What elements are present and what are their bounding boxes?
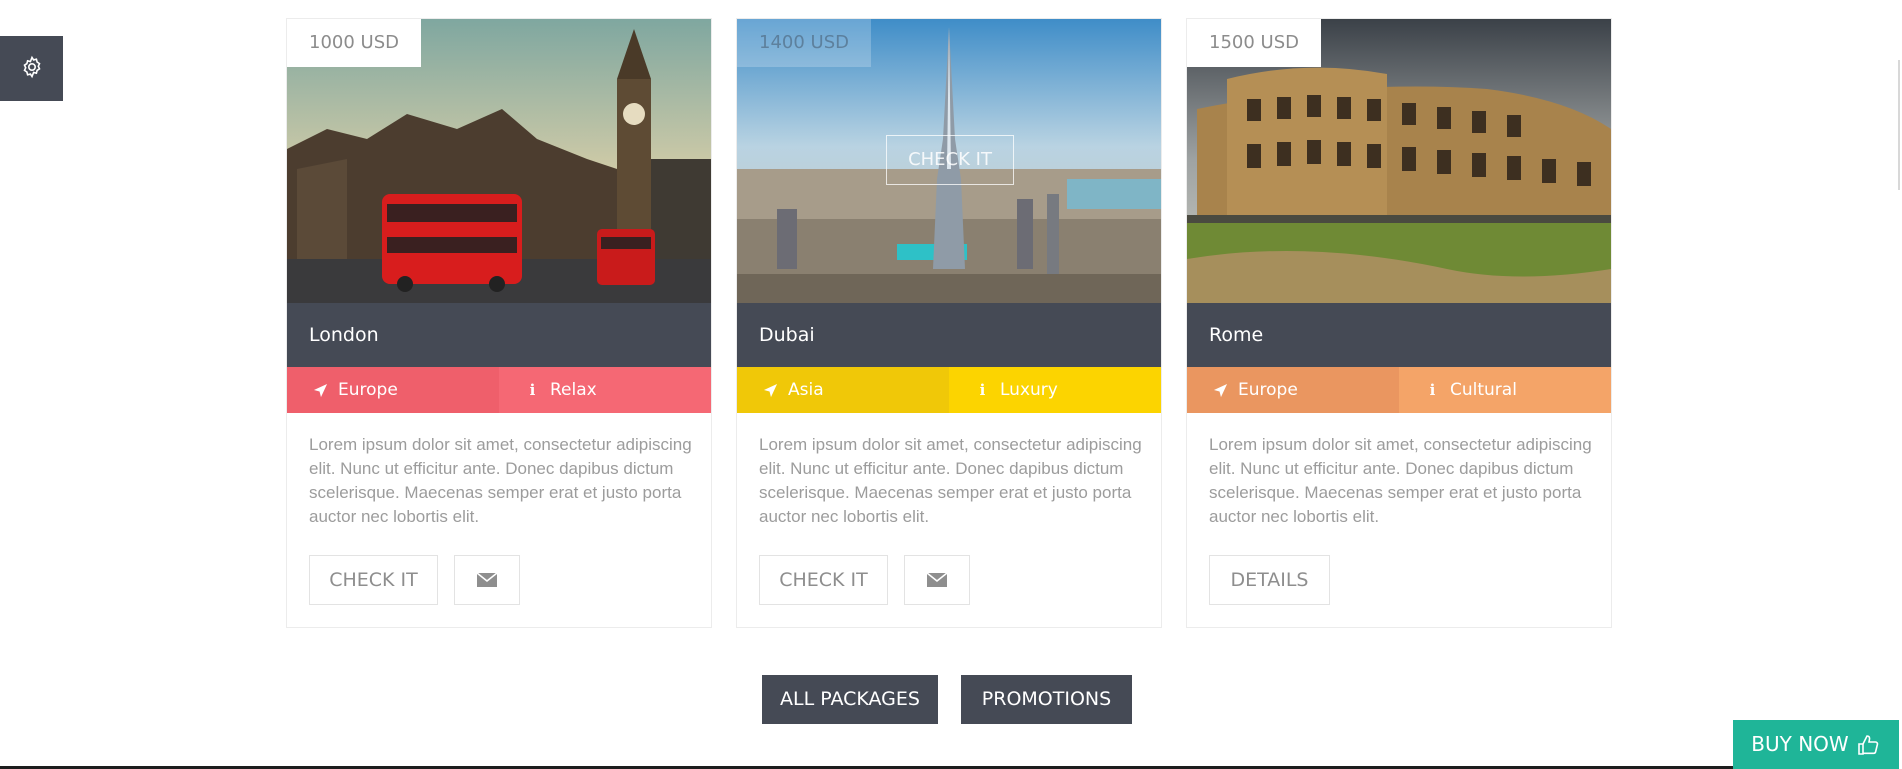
price-label: 1500 USD bbox=[1187, 19, 1321, 67]
thumbs-up-icon bbox=[1857, 734, 1878, 755]
details-button[interactable]: DETAILS bbox=[1209, 555, 1330, 605]
location-tag[interactable]: Asia bbox=[737, 367, 949, 413]
gear-icon bbox=[20, 55, 44, 83]
card-description: Lorem ipsum dolor sit amet, consectetur … bbox=[759, 435, 1142, 526]
card-description: Lorem ipsum dolor sit amet, consectetur … bbox=[309, 435, 692, 526]
package-card-london: 1000 USD London Europe i Relax Lorem ips… bbox=[286, 18, 712, 628]
card-tags: Asia i Luxury bbox=[737, 367, 1161, 413]
location-label: Asia bbox=[788, 380, 824, 400]
price-label: 1000 USD bbox=[287, 19, 421, 67]
package-card-rome: 1500 USD Rome Europe i Cultural Lorem ip… bbox=[1186, 18, 1612, 628]
overlay-check-it-button[interactable]: CHECK IT bbox=[886, 135, 1014, 185]
category-label: Luxury bbox=[1000, 380, 1058, 400]
info-icon: i bbox=[1429, 381, 1436, 399]
location-arrow-icon bbox=[313, 383, 328, 397]
location-label: Europe bbox=[1238, 380, 1298, 400]
envelope-icon bbox=[476, 572, 498, 587]
category-tag[interactable]: i Relax bbox=[499, 367, 711, 413]
category-label: Relax bbox=[550, 380, 597, 400]
all-packages-button[interactable]: ALL PACKAGES bbox=[762, 675, 938, 724]
settings-toggle-button[interactable] bbox=[0, 36, 63, 101]
check-it-button[interactable]: CHECK IT bbox=[759, 555, 888, 605]
package-card-dubai: CHECK IT 1400 USD Dubai Asia i Luxury Lo… bbox=[736, 18, 1162, 628]
location-tag[interactable]: Europe bbox=[1187, 367, 1399, 413]
category-label: Cultural bbox=[1450, 380, 1517, 400]
card-title: Rome bbox=[1187, 303, 1611, 367]
envelope-icon bbox=[926, 572, 948, 587]
mail-button[interactable] bbox=[454, 555, 520, 605]
check-it-button[interactable]: CHECK IT bbox=[309, 555, 438, 605]
package-cards: 1000 USD London Europe i Relax Lorem ips… bbox=[286, 18, 1612, 628]
card-description: Lorem ipsum dolor sit amet, consectetur … bbox=[1209, 435, 1592, 526]
category-tag[interactable]: i Cultural bbox=[1399, 367, 1611, 413]
info-icon: i bbox=[979, 381, 986, 399]
promotions-button[interactable]: PROMOTIONS bbox=[961, 675, 1132, 724]
category-tag[interactable]: i Luxury bbox=[949, 367, 1161, 413]
buy-now-label: BUY NOW bbox=[1751, 732, 1849, 756]
mail-button[interactable] bbox=[904, 555, 970, 605]
location-arrow-icon bbox=[763, 383, 778, 397]
card-tags: Europe i Relax bbox=[287, 367, 711, 413]
scrollbar-edge[interactable] bbox=[1898, 60, 1900, 190]
location-arrow-icon bbox=[1213, 383, 1228, 397]
card-title: London bbox=[287, 303, 711, 367]
price-label: 1400 USD bbox=[737, 19, 871, 67]
location-label: Europe bbox=[338, 380, 398, 400]
buy-now-button[interactable]: BUY NOW bbox=[1733, 720, 1899, 769]
card-title: Dubai bbox=[737, 303, 1161, 367]
info-icon: i bbox=[529, 381, 536, 399]
location-tag[interactable]: Europe bbox=[287, 367, 499, 413]
card-tags: Europe i Cultural bbox=[1187, 367, 1611, 413]
